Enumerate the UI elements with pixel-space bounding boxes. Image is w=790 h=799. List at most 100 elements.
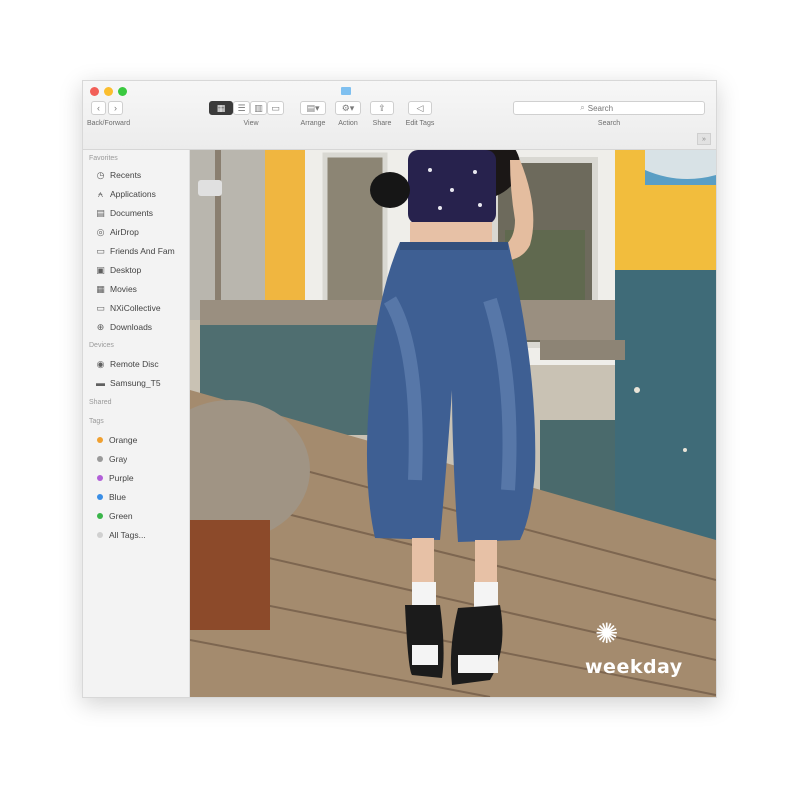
share-button[interactable]: ⇪ (370, 101, 394, 115)
sidebar-item-movies[interactable]: ▦ Movies (95, 282, 187, 296)
sidebar-item-label: Blue (109, 492, 127, 502)
paint-chip (683, 448, 687, 452)
sidebar-item-downloads[interactable]: ⊕ Downloads (95, 320, 187, 334)
sidebar-item-samsung-t5[interactable]: ▬ Samsung_T5 (95, 376, 187, 390)
search-icon: ⌕ (580, 103, 585, 112)
sidebar-item-label: Samsung_T5 (110, 378, 161, 388)
sidebar-tag-green[interactable]: Green (95, 509, 187, 523)
close-window-button[interactable] (90, 87, 99, 96)
sidebar-item-label: Friends And Fam (110, 246, 175, 256)
toolbar-overflow-button[interactable]: » (697, 133, 711, 145)
arrange-label: Arrange (300, 120, 326, 127)
product-photo (190, 150, 716, 697)
sidebar-item-label: Movies (110, 284, 137, 294)
zoom-window-button[interactable] (118, 87, 127, 96)
sidebar-item-desktop[interactable]: ▣ Desktop (95, 263, 187, 277)
sidebar-item-label: Desktop (110, 265, 142, 275)
sidebar-item-label: AirDrop (110, 227, 139, 237)
sidebar-tag-blue[interactable]: Blue (95, 490, 187, 504)
search-label: Search (597, 120, 621, 127)
tag-color-dot (97, 532, 103, 538)
sidebar-tag-all-tags[interactable]: All Tags... (95, 528, 187, 542)
star-print (478, 203, 482, 207)
tag-color-dot (97, 494, 103, 500)
sidebar-item-friends-and-family[interactable]: ▭ Friends And Fam (95, 244, 187, 258)
star-print (428, 168, 432, 172)
sidebar-item-label: Orange (109, 435, 138, 445)
favorites-heading: Favorites (89, 155, 118, 162)
sidebar-item-label: Remote Disc (110, 359, 159, 369)
gallery-view-button[interactable]: ▭ (267, 101, 284, 115)
tag-color-dot (97, 456, 103, 462)
action-label: Action (338, 120, 358, 127)
search-field[interactable]: ⌕ (513, 101, 705, 115)
yellow-wall-left (265, 150, 305, 310)
parked-car (198, 180, 222, 196)
documents-icon: ▤ (96, 207, 105, 218)
sidebar-item-label: Purple (109, 473, 134, 483)
sidebar-item-label: Gray (109, 454, 128, 464)
sidebar-item-applications[interactable]: ⍲ Applications (95, 187, 187, 201)
sidebar-item-label: Downloads (110, 322, 153, 332)
sidebar-item-label: Documents (110, 208, 153, 218)
list-icon: ☰ (237, 102, 246, 113)
sidebar-item-nxicollective[interactable]: ▭ NXiCollective (95, 301, 187, 315)
applications-icon: ⍲ (97, 188, 104, 199)
edit-tags-button[interactable]: ◁ (408, 101, 432, 115)
shared-heading: Shared (89, 399, 112, 406)
columns-icon: ▥ (254, 102, 263, 113)
star-print (438, 206, 442, 210)
downloads-icon: ⊕ (96, 321, 105, 332)
jeans-waistband (400, 242, 508, 250)
chevron-double-right-icon: » (702, 135, 706, 143)
back-button[interactable]: ‹ (91, 101, 106, 115)
model-star-top (408, 150, 496, 224)
sidebar-tag-purple[interactable]: Purple (95, 471, 187, 485)
forward-button[interactable]: › (108, 101, 123, 115)
sidebar-tag-orange[interactable]: Orange (95, 433, 187, 447)
minimize-window-button[interactable] (104, 87, 113, 96)
sidebar-item-airdrop[interactable]: ◎ AirDrop (95, 225, 187, 239)
folder-icon: ▭ (96, 245, 105, 256)
share-icon: ⇪ (378, 102, 386, 113)
chevron-left-icon: ‹ (97, 103, 100, 113)
sidebar-item-remote-disc[interactable]: ◉ Remote Disc (95, 357, 187, 371)
action-button[interactable]: ⚙▾ (335, 101, 361, 115)
sidebar-item-label: Recents (110, 170, 142, 180)
teal-wall (615, 270, 716, 550)
search-input[interactable] (587, 103, 638, 113)
pole (215, 150, 221, 300)
black-handbag (370, 172, 410, 208)
street-background (190, 150, 265, 320)
sidebar-item-label: Applications (110, 189, 156, 199)
table-pedestal (190, 520, 270, 630)
tag-color-dot (97, 513, 103, 519)
brand-name: weekday (585, 656, 683, 678)
edit-tags-label: Edit Tags (405, 120, 435, 127)
sneaker-left (405, 605, 444, 678)
arrange-button[interactable]: ▤▾ (300, 101, 326, 115)
sidebar-item-label: NXiCollective (110, 303, 161, 313)
finder-sidebar: Favorites ◷ Recents ⍲ Applications ▤ Doc… (83, 150, 190, 697)
back-forward-label: Back/Forward (87, 120, 131, 127)
movies-icon: ▦ (96, 283, 105, 294)
gallery-icon: ▭ (271, 102, 280, 113)
disc-icon: ◉ (96, 358, 105, 369)
sidebar-item-documents[interactable]: ▤ Documents (95, 206, 187, 220)
column-view-button[interactable]: ▥ (250, 101, 267, 115)
sparkle-logo-icon: ✺ (595, 618, 619, 649)
list-view-button[interactable]: ☰ (233, 101, 250, 115)
paint-chip (634, 387, 640, 393)
finder-window: ‹ › Back/Forward ▦ ☰ ▥ ▭ View ▤▾ Arrange… (82, 80, 717, 698)
finder-content-photo (190, 150, 716, 697)
grid-icon: ▦ (216, 102, 226, 113)
sidebar-item-recents[interactable]: ◷ Recents (95, 168, 187, 182)
share-label: Share (372, 120, 392, 127)
star-print (450, 188, 454, 192)
sneaker-left-toe (412, 645, 438, 665)
devices-heading: Devices (89, 342, 114, 349)
sidebar-item-label: Green (109, 511, 133, 521)
bench-top-right (540, 340, 625, 360)
icon-view-button[interactable]: ▦ (209, 101, 233, 115)
sidebar-tag-gray[interactable]: Gray (95, 452, 187, 466)
